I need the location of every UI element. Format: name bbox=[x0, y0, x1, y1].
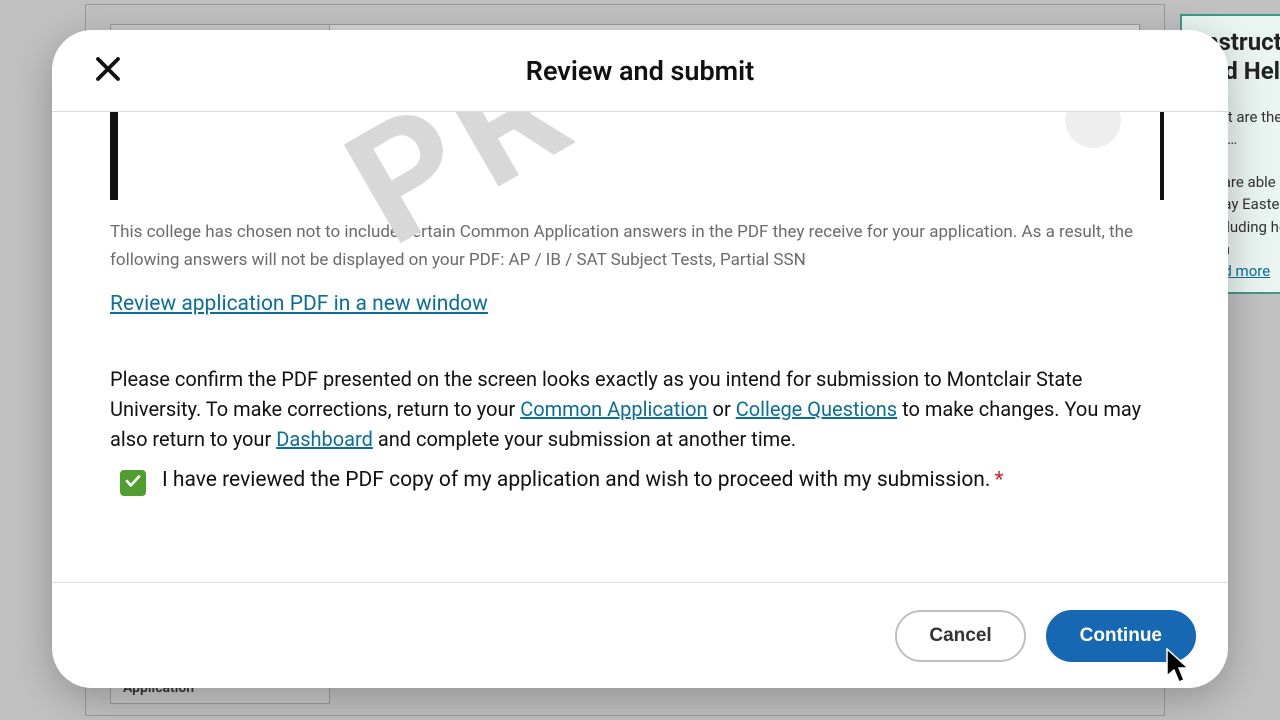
modal-title: Review and submit bbox=[526, 55, 754, 87]
preview-left-border bbox=[110, 112, 118, 200]
pdf-exclusion-notice: This college has chosen not to include c… bbox=[110, 218, 1168, 274]
confirm-text-3: and complete your submission at another … bbox=[373, 427, 796, 451]
pdf-preview-area: PR bbox=[110, 112, 1168, 200]
confirmation-checkbox[interactable] bbox=[120, 470, 146, 496]
required-asterisk: * bbox=[994, 468, 1003, 492]
checkmark-icon bbox=[124, 472, 142, 494]
modal-body: PR This college has chosen not to includ… bbox=[52, 112, 1228, 582]
preview-right-border bbox=[1160, 112, 1164, 200]
preview-page-indicator bbox=[1065, 112, 1121, 148]
common-application-link[interactable]: Common Application bbox=[520, 397, 707, 421]
close-button[interactable] bbox=[88, 51, 128, 91]
dashboard-link[interactable]: Dashboard bbox=[276, 427, 373, 451]
checkbox-label-text: I have reviewed the PDF copy of my appli… bbox=[162, 468, 990, 492]
cancel-button[interactable]: Cancel bbox=[895, 610, 1025, 662]
modal-footer: Cancel Continue bbox=[52, 582, 1228, 688]
confirm-instructions: Please confirm the PDF presented on the … bbox=[110, 364, 1168, 454]
confirmation-checkbox-label: I have reviewed the PDF copy of my appli… bbox=[162, 468, 1004, 492]
close-icon bbox=[93, 54, 123, 87]
confirm-text-or: or bbox=[708, 397, 736, 421]
continue-button[interactable]: Continue bbox=[1046, 610, 1196, 662]
review-submit-modal: Review and submit PR This college has ch… bbox=[52, 30, 1228, 688]
college-questions-link[interactable]: College Questions bbox=[736, 397, 897, 421]
review-pdf-link[interactable]: Review application PDF in a new window bbox=[110, 292, 488, 316]
modal-header: Review and submit bbox=[52, 30, 1228, 112]
confirmation-checkbox-row: I have reviewed the PDF copy of my appli… bbox=[110, 468, 1168, 496]
